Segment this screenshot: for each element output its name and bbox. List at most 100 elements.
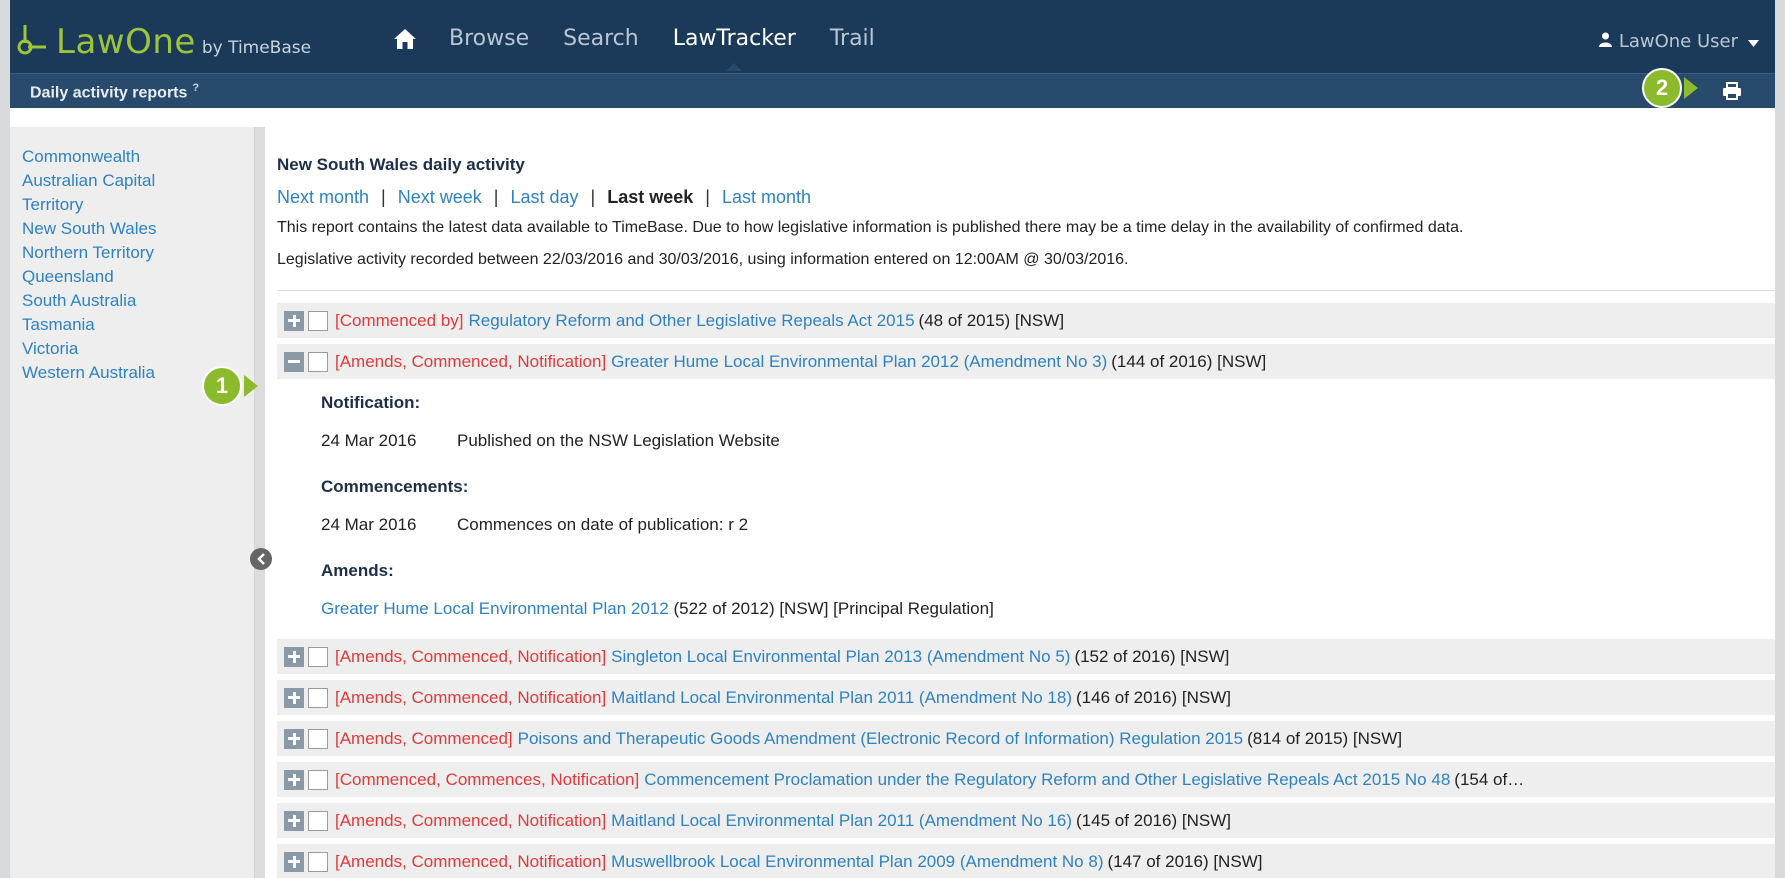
expand-icon[interactable] [284,728,304,749]
expand-icon[interactable] [284,769,304,790]
user-name: LawOne User [1618,31,1738,52]
commencement-line: 24 Mar 2016 Commences on date of publica… [321,515,1775,535]
period-links: Next month | Next week | Last day | Last… [277,187,1775,208]
sidebar-item-commonwealth[interactable]: Commonwealth [10,145,200,169]
expand-icon[interactable] [284,810,304,831]
expand-icon[interactable] [284,310,304,331]
nav-lawtracker[interactable]: LawTracker [673,26,796,71]
row-checkbox[interactable] [308,728,328,749]
row-tags: [Amends, Commenced, Notification] [335,851,607,871]
activity-row-expanded: [Amends, Commenced, Notification] Greate… [277,344,1775,379]
sidebar-item-sa[interactable]: South Australia [10,289,200,313]
row-checkbox[interactable] [308,769,328,790]
row-tags: [Amends, Commenced, Notification] [335,810,607,830]
collapse-sidebar-icon[interactable] [250,548,272,570]
activity-row: [Amends, Commenced, Notification] Muswel… [277,844,1775,878]
user-menu[interactable]: LawOne User [1598,31,1759,52]
row-meta: (154 of… [1454,769,1525,789]
sidebar-item-nt[interactable]: Northern Territory [10,241,200,265]
row-checkbox[interactable] [308,810,328,831]
page-title-text: Daily activity reports [30,84,188,102]
amends-meta: (522 of 2012) [NSW] [Principal Regulatio… [673,599,994,618]
row-title-link[interactable]: Muswellbrook Local Environmental Plan 20… [611,852,1103,872]
logo[interactable]: LawOne by TimeBase [16,22,311,62]
sidebar-jurisdictions: Commonwealth Australian Capital Territor… [10,127,255,878]
nav-trail[interactable]: Trail [830,26,875,51]
row-title-link[interactable]: Maitland Local Environmental Plan 2011 (… [611,688,1072,708]
divider [277,290,1775,291]
callout-2: 2 [1642,68,1682,108]
row-tags: [Amends, Commenced, Notification] [335,351,607,371]
report-range: Legislative activity recorded between 22… [277,251,1129,268]
help-icon[interactable]: ? [192,82,199,94]
sidebar-item-act[interactable]: Australian Capital Territory [10,169,200,217]
nav-browse[interactable]: Browse [449,26,529,51]
period-separator: | [493,187,499,207]
sidebar-item-qld[interactable]: Queensland [10,265,200,289]
row-title-link[interactable]: Singleton Local Environmental Plan 2013 … [611,647,1070,667]
callout-1-arrow [244,375,258,397]
period-last-week: Last week [607,187,694,207]
commencement-date: 24 Mar 2016 [321,515,417,534]
row-checkbox[interactable] [308,646,328,667]
logo-name: LawOne [56,22,196,62]
row-meta: (48 of 2015) [NSW] [918,310,1065,330]
home-icon[interactable] [393,28,417,50]
row-tags: [Commenced, Commences, Notification] [335,769,640,789]
expand-icon[interactable] [284,646,304,667]
chevron-down-icon [1748,31,1759,52]
row-title-link[interactable]: Greater Hume Local Environmental Plan 20… [611,352,1107,372]
row-title-link[interactable]: Poisons and Therapeutic Goods Amendment … [518,729,1243,749]
period-last-month[interactable]: Last month [722,187,811,208]
amends-heading: Amends: [321,561,394,580]
period-separator: | [381,187,386,207]
amends-link[interactable]: Greater Hume Local Environmental Plan 20… [321,599,669,618]
row-detail-panel: Notification: 24 Mar 2016 Published on t… [277,379,1775,639]
sidebar-item-vic[interactable]: Victoria [10,337,200,361]
row-tags: [Amends, Commenced] [335,728,513,748]
notification-line: 24 Mar 2016 Published on the NSW Legisla… [321,431,1775,451]
activity-row: [Amends, Commenced, Notification] Maitla… [277,803,1775,838]
amends-line: Greater Hume Local Environmental Plan 20… [321,599,1775,619]
activity-row: [Commenced by] Regulatory Reform and Oth… [277,303,1775,338]
row-title-link[interactable]: Regulatory Reform and Other Legislative … [469,311,915,331]
top-navbar: LawOne by TimeBase Browse Search LawTrac… [10,0,1775,73]
nav-search[interactable]: Search [563,26,639,51]
app-frame: LawOne by TimeBase Browse Search LawTrac… [10,0,1775,878]
period-next-month[interactable]: Next month [277,187,369,208]
activity-list: [Commenced by] Regulatory Reform and Oth… [277,303,1775,878]
notification-text: Published on the NSW Legislation Website [457,431,780,450]
sidebar-item-tas[interactable]: Tasmania [10,313,200,337]
row-meta: (144 of 2016) [NSW] [1111,351,1267,371]
activity-row: [Amends, Commenced, Notification] Single… [277,639,1775,674]
activity-row: [Commenced, Commences, Notification] Com… [277,762,1775,797]
row-checkbox[interactable] [308,687,328,708]
row-meta: (814 of 2015) [NSW] [1247,728,1403,748]
row-tags: [Amends, Commenced, Notification] [335,646,607,666]
commencement-text: Commences on date of publication: r 2 [457,515,749,534]
print-icon[interactable] [1722,82,1742,105]
row-title-link[interactable]: Maitland Local Environmental Plan 2011 (… [611,811,1072,831]
row-title-link[interactable]: Commencement Proclamation under the Regu… [644,770,1450,790]
period-last-day[interactable]: Last day [510,187,578,208]
activity-row: [Amends, Commenced, Notification] Maitla… [277,680,1775,715]
row-meta: (145 of 2016) [NSW] [1076,810,1231,830]
callout-2-arrow [1684,77,1698,99]
page-title: Daily activity reports? [30,82,199,102]
collapse-icon[interactable] [284,351,304,372]
notification-heading: Notification: [321,393,421,412]
row-checkbox[interactable] [308,851,328,872]
report-note: This report contains the latest data ava… [277,219,1464,236]
expand-icon[interactable] [284,687,304,708]
row-checkbox[interactable] [308,310,328,331]
sidebar-splitter[interactable] [255,127,265,878]
row-checkbox[interactable] [308,351,328,372]
logo-icon [16,23,50,57]
main-nav: Browse Search LawTracker Trail [393,26,909,71]
subheader-bar: Daily activity reports? [10,73,1775,108]
period-next-week[interactable]: Next week [398,187,482,208]
sidebar-item-nsw[interactable]: New South Wales [10,217,200,241]
expand-icon[interactable] [284,851,304,872]
activity-row: [Amends, Commenced] Poisons and Therapeu… [277,721,1775,756]
sidebar-item-wa[interactable]: Western Australia [10,361,200,385]
